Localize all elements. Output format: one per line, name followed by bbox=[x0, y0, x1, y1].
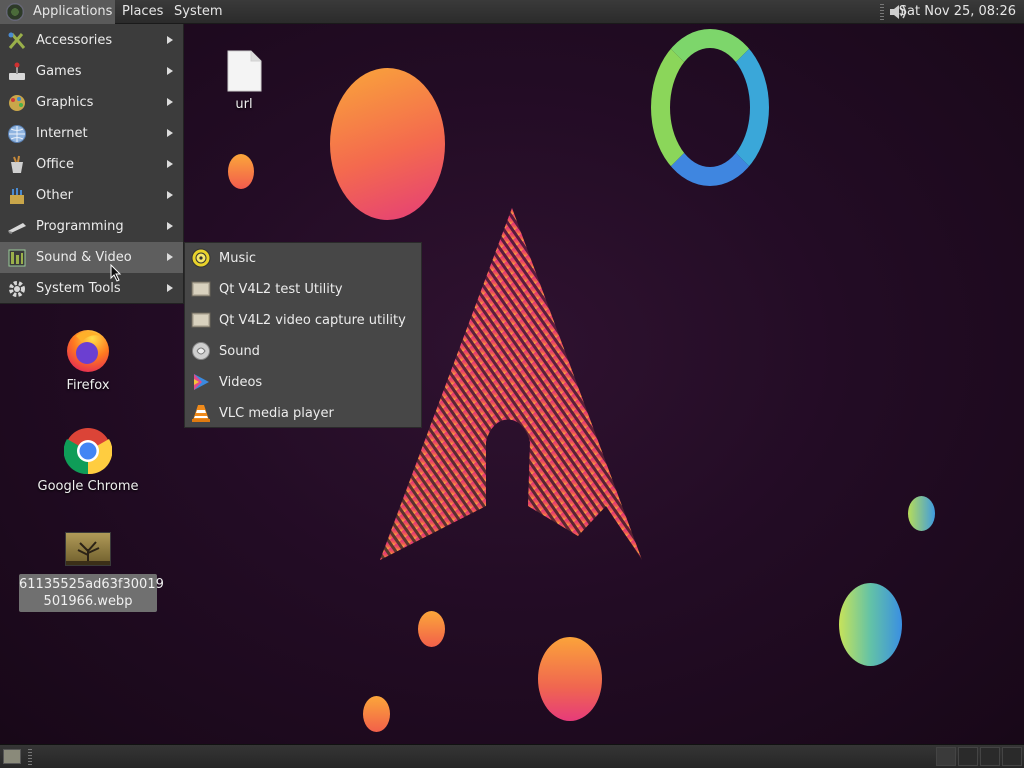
submenu-item-videos[interactable]: Videos bbox=[185, 367, 421, 398]
submenu-item-music[interactable]: Music bbox=[185, 243, 421, 274]
desktop-icon-url[interactable]: url bbox=[214, 48, 274, 118]
wallpaper-ring bbox=[651, 29, 769, 186]
wallpaper-blue-dot bbox=[908, 496, 935, 531]
wallpaper-orange-oval-bottom bbox=[538, 637, 602, 721]
sound-icon bbox=[192, 342, 210, 360]
submenu-arrow-icon bbox=[167, 129, 173, 137]
submenu-item-label: Music bbox=[219, 251, 256, 266]
programming-icon bbox=[8, 223, 26, 234]
menu-item-sound-video[interactable]: Sound & Video bbox=[0, 242, 183, 273]
desktop-icon-google-chrome[interactable]: Google Chrome bbox=[28, 426, 148, 496]
menu-item-system-tools[interactable]: System Tools bbox=[0, 273, 183, 304]
vlc-icon bbox=[192, 405, 210, 422]
other-icon bbox=[10, 188, 24, 204]
top-panel: Applications Places System Sat Nov 25, 0… bbox=[0, 0, 1024, 24]
workspace-switcher-3[interactable] bbox=[980, 747, 1000, 766]
wallpaper-orange-circle-large bbox=[330, 68, 445, 220]
internet-icon bbox=[8, 125, 26, 143]
desktop-icon-firefox-label: Firefox bbox=[66, 378, 110, 393]
videos-icon bbox=[194, 374, 209, 390]
bottom-panel bbox=[0, 744, 1024, 768]
menu-item-accessories[interactable]: Accessories bbox=[0, 25, 183, 56]
games-icon bbox=[9, 62, 25, 80]
menu-item-label: Office bbox=[36, 157, 74, 172]
desktop-icon-image-file-label-line2: 501966.webp bbox=[43, 594, 133, 609]
image-thumbnail-icon bbox=[65, 532, 111, 566]
submenu-item-vlc[interactable]: VLC media player bbox=[185, 398, 421, 429]
panel-drag-handle[interactable] bbox=[880, 4, 884, 20]
submenu-item-label: Sound bbox=[219, 344, 260, 359]
menu-item-graphics[interactable]: Graphics bbox=[0, 87, 183, 118]
applications-menu: Accessories Games Graphics Internet Offi… bbox=[0, 24, 184, 304]
chrome-icon bbox=[64, 428, 112, 475]
workspace-switcher-2[interactable] bbox=[958, 747, 978, 766]
clock[interactable]: Sat Nov 25, 08:26 bbox=[895, 0, 1020, 24]
menu-item-label: Accessories bbox=[36, 33, 113, 48]
wallpaper-orange-dot-mid bbox=[418, 611, 445, 647]
desktop-icon-url-label: url bbox=[235, 97, 253, 112]
office-icon bbox=[11, 155, 23, 173]
submenu-arrow-icon bbox=[167, 253, 173, 261]
submenu-item-label: Videos bbox=[219, 375, 263, 390]
submenu-arrow-icon bbox=[167, 36, 173, 44]
submenu-arrow-icon bbox=[167, 160, 173, 168]
qvidcap-icon bbox=[191, 312, 211, 328]
submenu-item-sound[interactable]: Sound bbox=[185, 336, 421, 367]
sound-video-submenu: Music Qt V4L2 test Utility Qt V4L2 video… bbox=[184, 242, 422, 428]
submenu-item-label: Qt V4L2 test Utility bbox=[219, 282, 343, 297]
submenu-arrow-icon bbox=[167, 67, 173, 75]
menu-item-label: Programming bbox=[36, 219, 124, 234]
bottom-panel-drag-handle[interactable] bbox=[28, 749, 32, 765]
music-icon bbox=[191, 248, 211, 268]
menu-item-label: System Tools bbox=[36, 281, 121, 296]
menu-item-games[interactable]: Games bbox=[0, 56, 183, 87]
menu-item-label: Other bbox=[36, 188, 73, 203]
qv4l2-icon bbox=[191, 281, 211, 297]
desktop-icon-firefox[interactable]: Firefox bbox=[38, 324, 138, 394]
applications-logo-icon bbox=[6, 3, 24, 21]
mouse-pointer-icon bbox=[110, 264, 122, 282]
system-menu-button[interactable]: System bbox=[169, 0, 227, 24]
submenu-arrow-icon bbox=[167, 191, 173, 199]
accessories-icon bbox=[8, 32, 26, 49]
menu-item-other[interactable]: Other bbox=[0, 180, 183, 211]
applications-menu-button[interactable]: Applications bbox=[0, 0, 115, 24]
desktop-icon-image-file-label-line1: 61135525ad63f30019 bbox=[19, 577, 164, 592]
menu-item-office[interactable]: Office bbox=[0, 149, 183, 180]
submenu-arrow-icon bbox=[167, 222, 173, 230]
submenu-arrow-icon bbox=[167, 284, 173, 292]
sound-video-icon bbox=[8, 249, 26, 267]
desktop-icon-image-file[interactable]: 61135525ad63f30019 501966.webp bbox=[19, 528, 164, 612]
applications-menu-label: Applications bbox=[33, 4, 113, 19]
submenu-item-qv4l2[interactable]: Qt V4L2 test Utility bbox=[185, 274, 421, 305]
menu-item-label: Graphics bbox=[36, 95, 94, 110]
file-icon bbox=[227, 50, 262, 92]
menu-item-programming[interactable]: Programming bbox=[0, 211, 183, 242]
system-tools-icon bbox=[9, 281, 25, 297]
submenu-item-qvidcap[interactable]: Qt V4L2 video capture utility bbox=[185, 305, 421, 336]
wallpaper-green-blue-oval bbox=[839, 583, 902, 666]
workspace-switcher-1[interactable] bbox=[936, 747, 956, 766]
graphics-icon bbox=[9, 95, 25, 111]
submenu-item-label: VLC media player bbox=[219, 406, 334, 421]
show-desktop-icon[interactable] bbox=[3, 749, 21, 764]
workspace-switcher-4[interactable] bbox=[1002, 747, 1022, 766]
places-menu-button[interactable]: Places bbox=[117, 0, 168, 24]
submenu-item-label: Qt V4L2 video capture utility bbox=[219, 313, 406, 328]
desktop-icon-google-chrome-label: Google Chrome bbox=[37, 479, 139, 494]
tree-silhouette-icon bbox=[66, 541, 110, 565]
wallpaper-orange-dot-small bbox=[228, 154, 254, 189]
wallpaper-orange-dot-bottom bbox=[363, 696, 390, 732]
menu-item-label: Internet bbox=[36, 126, 88, 141]
menu-item-label: Games bbox=[36, 64, 82, 79]
menu-item-internet[interactable]: Internet bbox=[0, 118, 183, 149]
submenu-arrow-icon bbox=[167, 98, 173, 106]
firefox-icon bbox=[67, 330, 109, 372]
